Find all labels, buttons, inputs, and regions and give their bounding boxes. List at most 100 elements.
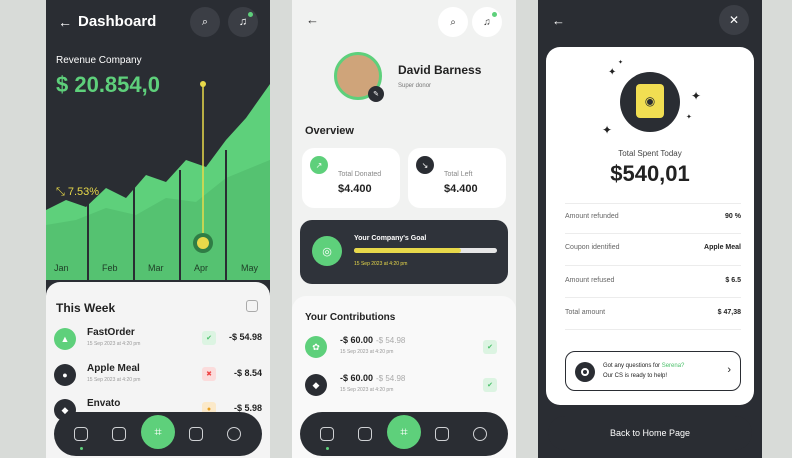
notification-button[interactable]: ♫ (228, 7, 258, 37)
apr-indicator-top (200, 81, 206, 87)
back-icon[interactable]: ← (552, 13, 565, 28)
scan-icon: ⌗ (400, 424, 408, 439)
total-left-card[interactable]: ↘ Total Left $4.400 (408, 148, 506, 208)
wallet-icon[interactable] (358, 427, 372, 441)
revenue-area-chart (46, 81, 270, 280)
transaction-amount: -$ 8.54 (233, 368, 262, 378)
wallet-icon[interactable] (112, 427, 126, 441)
card-label: Total Donated (338, 171, 382, 178)
goal-date: 15 Sep 2023 at 4:20 pm (354, 261, 408, 267)
card-value: $4.400 (338, 183, 372, 195)
sparkle-icon: ✦ (602, 123, 613, 137)
support-icon (575, 362, 595, 382)
dashboard-screen: ← Dashboard ⌕ ♫ Revenue Company $ 20.854… (46, 0, 270, 458)
divider (565, 203, 741, 204)
row-value: Apple Meal (704, 244, 741, 251)
contribution-date: 15 Sep 2023 at 4:20 pm (340, 349, 394, 355)
close-icon: ✕ (728, 13, 740, 27)
scan-button[interactable]: ⌗ (141, 415, 175, 449)
close-button[interactable]: ✕ (719, 5, 749, 35)
month-label: Mar (148, 263, 164, 273)
notification-dot (492, 12, 497, 17)
divider (565, 329, 741, 330)
support-agent-name: Serena? (661, 363, 685, 369)
sparkle-icon: ✦ (618, 60, 624, 66)
search-button[interactable]: ⌕ (438, 7, 468, 37)
support-card[interactable]: Got any questions for Serena? Our CS is … (565, 351, 741, 391)
notification-button[interactable]: ♫ (472, 7, 502, 37)
scan-button[interactable]: ⌗ (387, 415, 421, 449)
back-icon[interactable]: ← (306, 12, 319, 27)
row-label: Amount refunded (565, 213, 619, 220)
total-donated-card[interactable]: ↗ Total Donated $4.400 (302, 148, 400, 208)
row-value: $ 47,38 (717, 309, 741, 316)
success-icon: ✔ (483, 340, 497, 354)
profile-icon[interactable] (473, 427, 487, 441)
bottom-nav: ⌗ (300, 412, 508, 456)
notification-dot (248, 12, 253, 17)
row-value: $ 6.5 (725, 277, 741, 284)
sparkle-icon: ✦ (686, 114, 692, 121)
edit-icon[interactable]: ✎ (368, 86, 384, 102)
card-icon[interactable] (435, 427, 449, 441)
home-icon[interactable] (320, 427, 334, 441)
card-label: Total Left (444, 171, 473, 178)
section-title: Your Contributions (305, 312, 396, 323)
search-button[interactable]: ⌕ (190, 7, 220, 37)
gift-icon: ✿ (305, 336, 327, 358)
divider (565, 233, 741, 234)
active-dot (326, 447, 329, 450)
profile-icon[interactable] (227, 427, 241, 441)
row-label: Total amount (565, 309, 606, 316)
sparkle-icon: ✦ (608, 67, 617, 78)
growth-percent: ⤡ 7.53% (56, 186, 100, 198)
failed-icon: ✖ (202, 367, 216, 381)
receipt-card: ✦ ✦ ✦ ✦ ✦ ◉ Total Spent Today $540,01 Am… (546, 47, 754, 405)
row-value: 90 % (725, 213, 741, 220)
card-icon[interactable] (189, 427, 203, 441)
success-icon: ✔ (483, 378, 497, 392)
support-text: Got any questions for Serena? (603, 363, 685, 369)
goal-title: Your Company's Goal (354, 235, 427, 242)
goal-progress-fill (354, 248, 462, 253)
search-icon: ⌕ (450, 16, 456, 28)
arrow-up-right-icon: ↗ (310, 156, 328, 174)
arrow-down-right-icon: ↘ (416, 156, 434, 174)
receipt-illustration: ◉ (620, 72, 680, 132)
contribution-row[interactable]: ✿ -$ 60.00 -$ 54.98 15 Sep 2023 at 4:20 … (305, 334, 505, 360)
chart-faint-area (46, 160, 270, 280)
back-home-button[interactable]: Back to Home Page (548, 416, 752, 450)
card-value: $4.400 (444, 183, 478, 195)
contribution-row[interactable]: ◆ -$ 60.00 -$ 54.98 15 Sep 2023 at 4:20 … (305, 372, 505, 398)
contribution-previous: -$ 54.98 (376, 374, 406, 383)
bell-icon: ♫ (483, 16, 491, 28)
transaction-row[interactable]: ● Apple Meal 15 Sep 2023 at 4:20 pm ✖ -$… (54, 363, 262, 391)
total-spent-value: $540,01 (610, 161, 690, 186)
support-subtext: Our CS is ready to help! (603, 373, 668, 379)
receipt-row: Coupon identified Apple Meal (565, 244, 741, 258)
section-title: Overview (305, 125, 354, 137)
divider (565, 297, 741, 298)
home-icon[interactable] (74, 427, 88, 441)
calendar-icon[interactable] (246, 300, 258, 312)
apr-marker-inner (197, 237, 209, 249)
transaction-name: Apple Meal (87, 363, 140, 374)
transaction-row[interactable]: ▲ FastOrder 15 Sep 2023 at 4:20 pm ✔ -$ … (54, 327, 262, 355)
profile-screen: ← ⌕ ♫ ✎ David Barness Super donor Overvi… (292, 0, 516, 458)
active-dot (80, 447, 83, 450)
month-label: Apr (194, 263, 209, 273)
company-goal-card[interactable]: ◎ Your Company's Goal 15 Sep 2023 at 4:2… (300, 220, 508, 284)
receipt-row: Amount refused $ 6.5 (565, 277, 741, 291)
transaction-amount: -$ 54.98 (228, 332, 262, 342)
sparkle-icon: ✦ (691, 89, 702, 103)
eye-icon: ◉ (636, 84, 664, 118)
page-title: Dashboard (78, 13, 157, 30)
back-icon[interactable]: ← (58, 14, 72, 30)
user-name: David Barness (398, 63, 482, 77)
search-icon: ⌕ (201, 15, 209, 28)
revenue-label: Revenue Company (56, 55, 142, 66)
goal-progress-bar (354, 248, 497, 253)
transaction-date: 15 Sep 2023 at 4:20 pm (87, 341, 141, 347)
month-label: Feb (102, 263, 118, 273)
user-role: Super donor (398, 83, 432, 89)
